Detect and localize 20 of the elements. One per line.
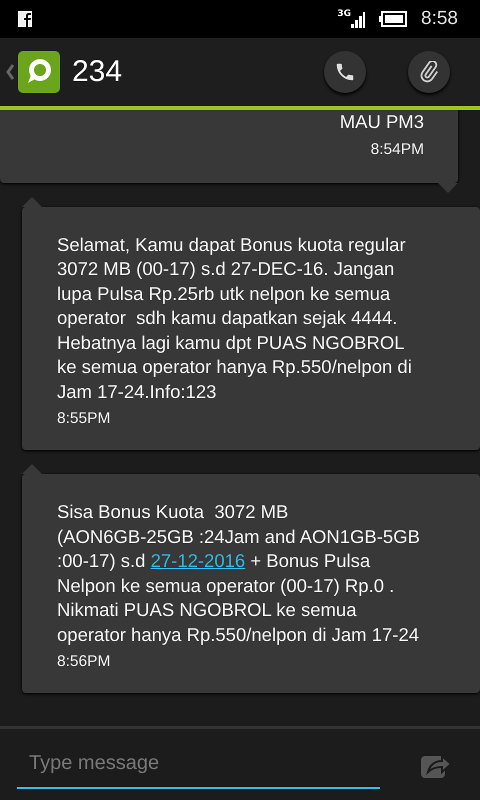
paperclip-icon [418,61,440,83]
message-text: MAU PM3 [338,110,424,134]
message-time: 8:54PM [370,140,424,158]
signal-icon [351,10,366,28]
chat-bubble-icon [18,51,60,93]
phone-icon [334,61,356,83]
clock: 8:58 [421,8,458,30]
back-icon[interactable] [6,64,14,80]
network-type: 3G [337,10,352,19]
attach-button[interactable] [408,51,450,93]
message-text: Selamat, Kamu dapat Bonus kuota regular 3072 MB (00-17) s.d 27-DEC-16. Jangan lupa Pulsa Rp.25rb utk nelpon ke semua operator sdh kamu dapatkan sejak 4444. Hebatnya lagi kamu dpt PUAS NGOBROL ke semua operator hanya Rp.550/nelpon di Jam 17-24.Info:123 [57,232,413,404]
call-button[interactable] [324,51,366,93]
date-link[interactable]: 27-12-2016 [150,550,246,571]
battery-icon [379,11,408,27]
message-input[interactable]: Type message [17,740,380,788]
contact-name: 234 [72,55,122,89]
message-time: 8:56PM [57,653,112,671]
message-text: Sisa Bonus Kuota 3072 MB (AON6GB-25GB :24Jam and AON1GB-5GB :00-17) s.d 27-12-2016 + Bonus Pulsa Nelpon ke semua operator (00-17) Rp.0 . Nikmati PUAS NGOBROL ke semua operator hanya Rp.550/nelpon di Jam 17-24 [57,500,421,647]
facebook-icon [18,11,32,27]
message-time: 8:55PM [57,410,112,428]
